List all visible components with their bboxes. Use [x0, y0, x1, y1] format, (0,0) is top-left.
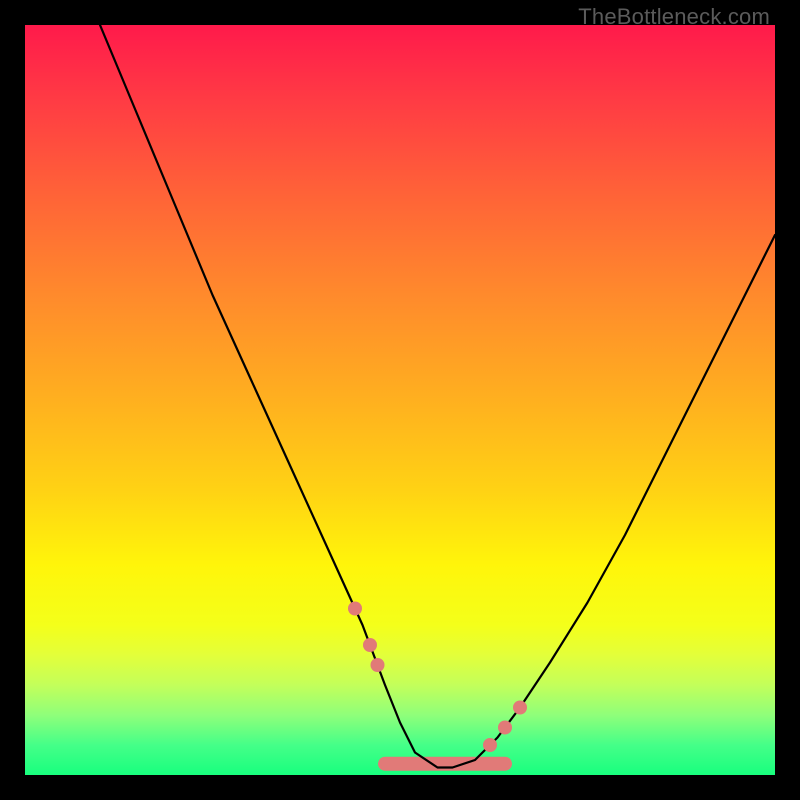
highlight-point-3: [483, 738, 497, 752]
plot-area: [25, 25, 775, 775]
bottleneck-curve-path: [100, 25, 775, 768]
highlight-points: [348, 602, 527, 753]
highlight-point-5: [513, 701, 527, 715]
chart-overlay: [25, 25, 775, 775]
highlight-point-0: [348, 602, 362, 616]
highlight-point-2: [371, 658, 385, 672]
chart-frame: TheBottleneck.com: [0, 0, 800, 800]
attribution-text: TheBottleneck.com: [578, 4, 770, 30]
highlight-point-4: [498, 721, 512, 735]
curve-path: [100, 25, 775, 768]
highlight-point-1: [363, 638, 377, 652]
